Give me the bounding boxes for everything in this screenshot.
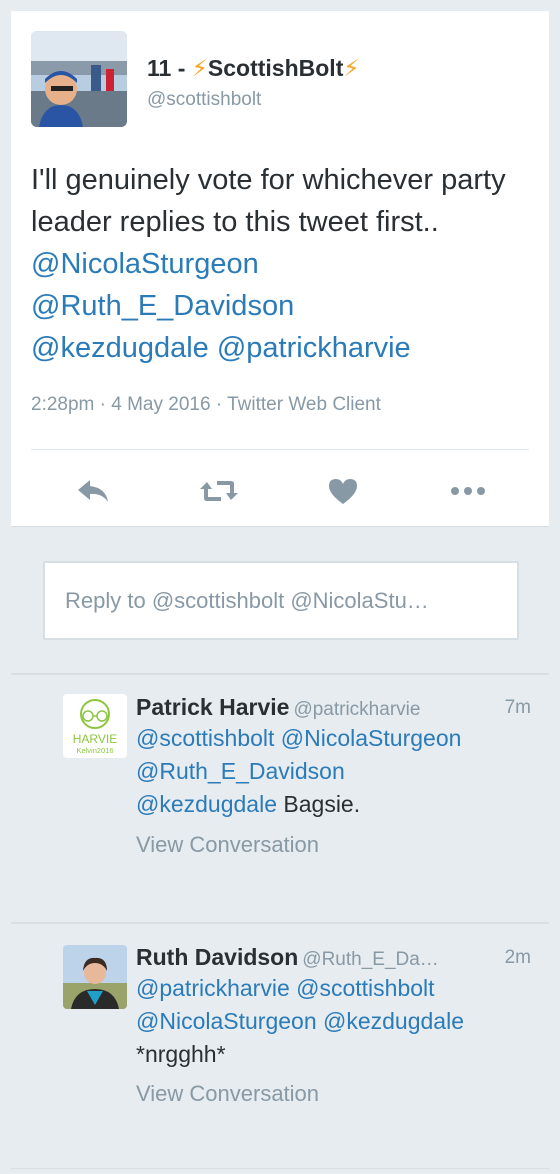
author-name-main: ScottishBolt: [207, 55, 344, 81]
mention-link[interactable]: @kezdugdale: [31, 332, 209, 364]
reply-avatar-harvie[interactable]: HARVIE Kelvin2016: [63, 694, 127, 758]
divider: [11, 922, 549, 924]
reply-body: *nrgghh*: [136, 1041, 226, 1067]
view-conversation-link[interactable]: View Conversation: [136, 1081, 319, 1107]
reply-time[interactable]: 7m: [505, 697, 531, 719]
avatar-text: HARVIE: [73, 732, 117, 746]
lightning-icon: ⚡: [343, 55, 360, 81]
avatar-text: Kelvin2016: [76, 746, 113, 755]
mention-link[interactable]: @scottishbolt @NicolaSturgeon: [136, 725, 461, 751]
mention-link[interactable]: @Ruth_E_Davidson: [136, 758, 345, 784]
author-avatar[interactable]: [31, 31, 127, 127]
reply-author-name[interactable]: Patrick Harvie @patrickharvie: [136, 694, 420, 721]
mention-link[interactable]: @NicolaSturgeon: [31, 248, 259, 280]
lightning-icon: ⚡: [191, 55, 208, 81]
retweet-icon: [200, 481, 238, 501]
reply-time[interactable]: 2m: [505, 947, 531, 969]
divider: [31, 449, 529, 450]
reply-avatar-davidson[interactable]: [63, 945, 127, 1009]
reply-text: @scottishbolt @NicolaSturgeon @Ruth_E_Da…: [136, 722, 516, 821]
reply-button[interactable]: [68, 471, 118, 511]
reply-body: Bagsie.: [277, 791, 361, 817]
tweet-timestamp[interactable]: 2:28pm · 4 May 2016 · Twitter Web Client: [31, 394, 381, 416]
author-name[interactable]: 11 - ⚡ScottishBolt⚡: [147, 55, 360, 82]
mention-link[interactable]: @patrickharvie @scottishbolt: [136, 975, 435, 1001]
tweet-actions: [11, 471, 549, 511]
reply-name: Ruth Davidson: [136, 944, 299, 970]
view-conversation-link[interactable]: View Conversation: [136, 832, 319, 858]
reply-handle: @patrickharvie: [293, 699, 421, 720]
heart-icon: [329, 479, 357, 504]
mention-link[interactable]: @kezdugdale: [136, 791, 277, 817]
mention-link[interactable]: @patrickharvie: [217, 332, 411, 364]
like-button[interactable]: [318, 471, 368, 511]
retweet-button[interactable]: [194, 471, 244, 511]
reply-name: Patrick Harvie: [136, 694, 290, 720]
reply-text: @patrickharvie @scottishbolt @NicolaStur…: [136, 972, 516, 1071]
main-tweet-card: 11 - ⚡ScottishBolt⚡ @scottishbolt I'll g…: [11, 11, 549, 527]
reply-compose-box[interactable]: [43, 561, 519, 640]
author-name-prefix: 11 -: [147, 55, 192, 81]
reply-handle: @Ruth_E_Da…: [302, 949, 439, 970]
reply-icon: [78, 480, 108, 502]
more-icon: [451, 487, 485, 495]
more-button[interactable]: [443, 471, 493, 511]
mention-link[interactable]: @Ruth_E_Davidson: [31, 290, 294, 322]
mention-link[interactable]: @NicolaSturgeon @kezdugdale: [136, 1008, 464, 1034]
reply-author-name[interactable]: Ruth Davidson @Ruth_E_Da…: [136, 944, 439, 971]
reply-input[interactable]: [65, 587, 497, 614]
tweet-text: I'll genuinely vote for whichever party …: [31, 159, 531, 369]
author-handle[interactable]: @scottishbolt: [147, 89, 261, 111]
tweet-body: I'll genuinely vote for whichever party …: [31, 164, 506, 238]
divider: [11, 1168, 549, 1169]
